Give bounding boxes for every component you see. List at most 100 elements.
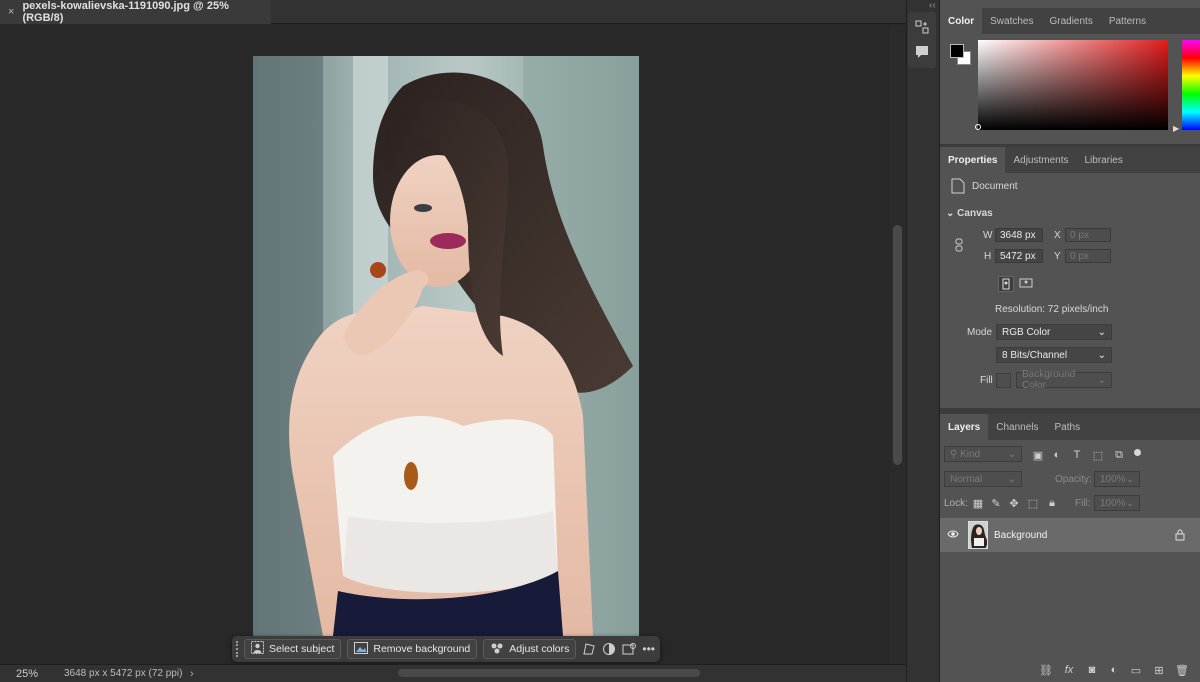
- visibility-eye-icon[interactable]: [947, 529, 959, 542]
- layers-panel-tabs: Layers Channels Paths: [940, 414, 1200, 440]
- width-field[interactable]: 3648 px: [995, 228, 1043, 242]
- more-options-icon[interactable]: •••: [642, 640, 655, 658]
- layer-style-fx-icon[interactable]: fx: [1061, 662, 1077, 678]
- adjust-colors-icon: [490, 642, 504, 657]
- fill-dropdown[interactable]: Background Color ⌄: [1016, 369, 1112, 391]
- add-mask-icon[interactable]: ◙: [1084, 662, 1100, 678]
- person-select-icon: [251, 641, 264, 657]
- document-tab-bar: × pexels-kowalievska-1191090.jpg @ 25% (…: [0, 0, 906, 24]
- vertical-scroll-thumb[interactable]: [893, 225, 902, 465]
- portrait-photo-illustration: [253, 56, 639, 636]
- smart-object-settings-icon[interactable]: [622, 640, 637, 658]
- layer-row[interactable]: Background: [940, 518, 1200, 552]
- height-field[interactable]: 5472 px: [995, 249, 1043, 263]
- lock-position-icon[interactable]: ✥: [1006, 495, 1022, 511]
- lock-image-pixels-icon[interactable]: ✎: [988, 495, 1004, 511]
- tab-channels[interactable]: Channels: [988, 414, 1046, 440]
- fill-label: Fill: [980, 375, 993, 386]
- tab-swatches[interactable]: Swatches: [982, 8, 1041, 34]
- new-group-icon[interactable]: ▭: [1128, 662, 1144, 678]
- transform-icon[interactable]: [582, 640, 596, 658]
- properties-type-label: Document: [972, 181, 1018, 192]
- mode-dropdown[interactable]: RGB Color ⌄: [996, 324, 1112, 340]
- chevron-down-icon: ⌄: [946, 208, 958, 219]
- resolution-text: Resolution: 72 pixels/inch: [995, 304, 1109, 315]
- tab-gradients[interactable]: Gradients: [1041, 8, 1100, 34]
- fill-opacity-field[interactable]: 100% ⌄: [1094, 495, 1140, 511]
- comments-icon[interactable]: [914, 44, 930, 63]
- adjust-colors-button[interactable]: Adjust colors: [483, 639, 577, 659]
- remove-background-icon: [354, 641, 369, 657]
- mode-label: Mode: [967, 327, 993, 338]
- color-picker-cursor[interactable]: [975, 124, 981, 130]
- smart-object-filter-icon[interactable]: ⧉: [1111, 447, 1127, 463]
- layer-kind-filter[interactable]: ⚲ Kind ⌄: [944, 446, 1022, 462]
- type-filter-icon[interactable]: T: [1069, 447, 1085, 463]
- remove-background-button[interactable]: Remove background: [347, 639, 478, 659]
- mode-value: RGB Color: [1002, 326, 1051, 338]
- filter-toggle-icon[interactable]: [1134, 449, 1141, 456]
- opacity-value: 100%: [1100, 473, 1126, 485]
- blend-mode-dropdown[interactable]: Normal ⌄: [944, 471, 1022, 487]
- tab-paths[interactable]: Paths: [1047, 414, 1089, 440]
- zoom-level[interactable]: 25%: [0, 668, 50, 680]
- chevron-down-icon: ⌄: [1007, 473, 1016, 485]
- fill-swatch[interactable]: [996, 373, 1011, 388]
- document-tab-title: pexels-kowalievska-1191090.jpg @ 25% (RG…: [22, 0, 229, 24]
- select-subject-label: Select subject: [269, 643, 335, 655]
- properties-panel-tabs: Properties Adjustments Libraries: [940, 147, 1200, 173]
- shape-filter-icon[interactable]: ⬚: [1090, 447, 1106, 463]
- tab-patterns[interactable]: Patterns: [1101, 8, 1154, 34]
- status-arrow-icon[interactable]: ›: [190, 668, 194, 680]
- close-tab-icon[interactable]: ×: [8, 6, 14, 18]
- document-tab[interactable]: × pexels-kowalievska-1191090.jpg @ 25% (…: [0, 0, 271, 24]
- history-icon[interactable]: [914, 19, 930, 38]
- opacity-field[interactable]: 100% ⌄: [1094, 471, 1140, 487]
- lock-artboard-icon[interactable]: ⬚: [1025, 495, 1041, 511]
- new-adjustment-layer-icon[interactable]: ◐: [1106, 662, 1122, 678]
- canvas-section-title: Canvas: [957, 208, 993, 219]
- pixel-layer-filter-icon[interactable]: ▣: [1030, 447, 1046, 463]
- collapse-panels-icon[interactable]: ‹‹: [929, 0, 936, 11]
- lock-label: Lock:: [944, 498, 968, 509]
- taskbar-drag-handle[interactable]: [236, 641, 238, 657]
- document-image[interactable]: [253, 56, 639, 636]
- tab-layers[interactable]: Layers: [940, 414, 989, 440]
- hue-pointer-icon[interactable]: ▶: [1173, 124, 1179, 133]
- y-field[interactable]: 0 px: [1065, 249, 1111, 263]
- adjustment-filter-icon[interactable]: ◐: [1049, 447, 1065, 463]
- lock-all-icon[interactable]: 🔒︎: [1044, 495, 1060, 511]
- contextual-taskbar: Select subject Remove background Adjust …: [232, 636, 660, 662]
- tab-adjustments[interactable]: Adjustments: [1005, 147, 1076, 173]
- landscape-orientation-button[interactable]: [1019, 276, 1035, 292]
- layer-lock-icon: [1175, 529, 1185, 544]
- layer-thumbnail: [968, 521, 988, 549]
- kind-filter-label: ⚲ Kind: [950, 448, 981, 460]
- document-icon: [951, 178, 965, 197]
- adjustment-layer-icon[interactable]: [602, 640, 616, 658]
- x-field[interactable]: 0 px: [1065, 228, 1111, 242]
- canvas-section-header[interactable]: ⌄ Canvas: [946, 208, 993, 219]
- tab-libraries[interactable]: Libraries: [1077, 147, 1131, 173]
- horizontal-scroll-thumb[interactable]: [398, 669, 700, 677]
- portrait-orientation-button[interactable]: [998, 276, 1014, 292]
- tab-color[interactable]: Color: [940, 8, 983, 34]
- link-dimensions-icon[interactable]: [951, 237, 967, 253]
- new-layer-icon[interactable]: ⊞: [1151, 662, 1167, 678]
- lock-transparency-icon[interactable]: ▦: [970, 495, 986, 511]
- y-label: Y: [1054, 251, 1061, 262]
- foreground-color-swatch[interactable]: [950, 44, 964, 58]
- chevron-down-icon: ⌄: [1097, 349, 1106, 361]
- foreground-background-swatches[interactable]: [950, 44, 972, 66]
- layer-name[interactable]: Background: [994, 530, 1047, 541]
- fill-value: Background Color: [1022, 369, 1076, 391]
- tab-properties[interactable]: Properties: [940, 147, 1006, 173]
- bit-depth-dropdown[interactable]: 8 Bits/Channel ⌄: [996, 347, 1112, 363]
- opacity-label: Opacity:: [1055, 474, 1092, 485]
- delete-layer-icon[interactable]: 🗑︎: [1174, 662, 1190, 678]
- hue-slider[interactable]: [1182, 40, 1200, 130]
- chevron-down-icon: ⌄: [1125, 497, 1134, 509]
- select-subject-button[interactable]: Select subject: [244, 639, 342, 659]
- color-picker-field[interactable]: [975, 40, 1168, 130]
- link-layers-icon[interactable]: ⛓︎: [1038, 662, 1054, 678]
